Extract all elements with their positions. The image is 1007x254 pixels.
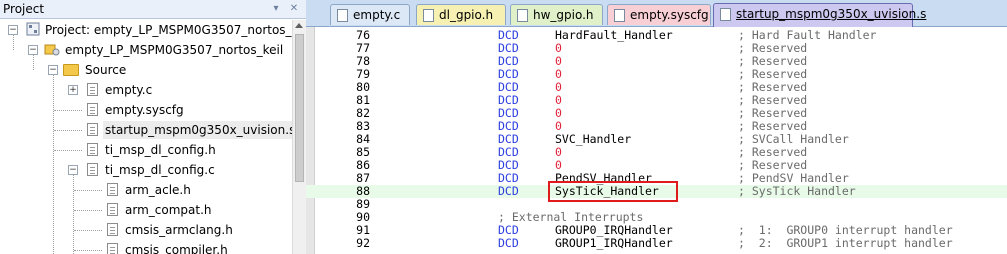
panel-controls: ▾ ✕ — [270, 3, 300, 15]
file-icon — [614, 9, 625, 22]
code-line[interactable]: 80 DCD 0; Reserved — [306, 81, 1007, 94]
file-icon — [107, 183, 118, 196]
code-operand: GROUP1_IRQHandler — [555, 236, 673, 250]
tab-label: empty.c — [353, 8, 401, 22]
tree-guide — [74, 190, 102, 191]
tree-item-include[interactable]: arm_acle.h — [0, 180, 292, 200]
tab-empty-c[interactable]: empty.c — [330, 4, 410, 25]
file-icon — [87, 123, 98, 136]
tree-item-file[interactable]: − ti_msp_dl_config.c — [0, 160, 292, 180]
tab-label: empty.syscfg — [630, 8, 709, 22]
project-panel: Project ▾ ✕ − Project: empty_LP_MSPM0G35… — [0, 0, 306, 254]
tree-item-target[interactable]: − empty_LP_MSPM0G3507_nortos_keil — [0, 40, 292, 60]
tree-guide — [74, 230, 102, 231]
code-line[interactable]: 84 DCD SVC_Handler; SVCall Handler — [306, 133, 1007, 146]
tab-label: startup_mspm0g350x_uvision.s — [736, 7, 927, 21]
code-keyword: DCD — [498, 184, 519, 198]
project-panel-header: Project ▾ ✕ — [0, 0, 306, 19]
code-operand: HardFault_Handler — [555, 28, 673, 42]
expand-icon[interactable]: + — [68, 85, 78, 95]
project-icon — [26, 22, 40, 36]
code-area[interactable]: 76 DCD HardFault_Handler; Hard Fault Handl… — [306, 27, 1007, 254]
code-comment: ; 2: GROUP1 interrupt handler — [738, 236, 953, 250]
tree-item-file[interactable]: + empty.c — [0, 80, 292, 100]
tree-item-file[interactable]: startup_mspm0g350x_uvision.s — [0, 120, 298, 140]
collapse-icon[interactable]: − — [28, 45, 38, 55]
tab-label: hw_gpio.h — [533, 8, 594, 22]
folder-open-icon — [63, 64, 79, 76]
code-line[interactable]: 76 DCD HardFault_Handler; Hard Fault Handl… — [306, 29, 1007, 42]
tree-item-include[interactable]: cmsis_compiler.h — [0, 240, 292, 254]
code-keyword: DCD — [498, 236, 519, 250]
collapse-icon[interactable]: − — [68, 165, 78, 175]
pin-icon[interactable]: ▾ — [270, 3, 282, 15]
tab-empty-syscfg[interactable]: empty.syscfg — [607, 4, 711, 25]
collapse-icon[interactable]: − — [8, 25, 18, 35]
project-tree: − Project: empty_LP_MSPM0G3507_nortos_ke… — [0, 20, 306, 254]
tree-item-label: arm_acle.h — [125, 183, 191, 197]
tree-item-label: empty.c — [105, 83, 153, 97]
file-icon — [87, 143, 98, 156]
tree-item-label: startup_mspm0g350x_uvision.s — [103, 121, 298, 139]
tree-item-file[interactable]: empty.syscfg — [0, 100, 292, 120]
code-line[interactable]: 79 DCD 0; Reserved — [306, 68, 1007, 81]
tree-item-label: ti_msp_dl_config.c — [105, 163, 215, 177]
tree-item-file[interactable]: ti_msp_dl_config.h — [0, 140, 292, 160]
tree-guide — [54, 110, 82, 111]
close-icon[interactable]: ✕ — [288, 3, 300, 15]
code-line[interactable]: 85 DCD 0; Reserved — [306, 146, 1007, 159]
tree-item-label: Source — [85, 63, 127, 77]
tab-label: dl_gpio.h — [439, 8, 494, 22]
tree-item-label: empty.syscfg — [105, 103, 184, 117]
collapse-icon[interactable]: − — [48, 65, 58, 75]
code-line[interactable]: 77 DCD 0; Reserved — [306, 42, 1007, 55]
line-number: 92 — [356, 236, 370, 250]
tree-item-source-group[interactable]: − Source — [0, 60, 292, 80]
file-icon — [87, 83, 98, 96]
file-icon — [337, 9, 348, 22]
code-line[interactable]: 83 DCD 0; Reserved — [306, 120, 1007, 133]
code-line[interactable]: 92 DCD GROUP1_IRQHandler ; 2: GROUP1 interr… — [306, 237, 1007, 250]
tree-guide — [54, 130, 82, 131]
tree-item-label: ti_msp_dl_config.h — [105, 143, 216, 157]
tab-startup-s[interactable]: startup_mspm0g350x_uvision.s — [713, 3, 926, 27]
tree-item-project[interactable]: − Project: empty_LP_MSPM0G3507_nortos_ke… — [0, 20, 306, 40]
code-comment: ; SysTick Handler — [738, 184, 856, 198]
scroll-up-icon[interactable] — [295, 23, 303, 28]
tree-item-label: cmsis_compiler.h — [125, 243, 228, 254]
file-icon — [517, 9, 528, 22]
project-scrollbar[interactable] — [292, 20, 306, 254]
file-icon — [720, 8, 731, 21]
file-icon — [107, 243, 118, 254]
file-icon — [107, 203, 118, 216]
highlight-box — [548, 181, 678, 202]
tree-guide — [74, 210, 102, 211]
tree-item-label: cmsis_armclang.h — [125, 223, 233, 237]
tree-guide — [54, 150, 82, 151]
tab-hw-gpio-h[interactable]: hw_gpio.h — [510, 4, 603, 25]
file-icon — [107, 223, 118, 236]
editor: empty.c dl_gpio.h hw_gpio.h empty.syscfg… — [306, 0, 1007, 254]
file-icon — [87, 163, 98, 176]
tree-item-label: empty_LP_MSPM0G3507_nortos_keil — [65, 43, 284, 57]
code-line[interactable]: 86 DCD 0; Reserved — [306, 159, 1007, 172]
tree-guide — [74, 250, 102, 251]
tab-dl-gpio-h[interactable]: dl_gpio.h — [416, 4, 506, 25]
code-line[interactable]: 81 DCD 0; Reserved — [306, 94, 1007, 107]
code-line[interactable]: 82 DCD 0; Reserved — [306, 107, 1007, 120]
code-line[interactable]: 78 DCD 0; Reserved — [306, 55, 1007, 68]
tree-item-label: arm_compat.h — [125, 203, 212, 217]
scroll-thumb[interactable] — [295, 34, 304, 182]
file-icon — [87, 103, 98, 116]
project-panel-title: Project — [3, 2, 45, 16]
code-operand: SVC_Handler — [555, 132, 632, 146]
editor-tabbar: empty.c dl_gpio.h hw_gpio.h empty.syscfg… — [306, 0, 1007, 27]
tree-item-include[interactable]: arm_compat.h — [0, 200, 292, 220]
file-icon — [423, 9, 434, 22]
tree-item-include[interactable]: cmsis_armclang.h — [0, 220, 292, 240]
tree-item-label: Project: empty_LP_MSPM0G3507_nortos_keil — [45, 23, 306, 37]
target-icon — [44, 44, 60, 56]
